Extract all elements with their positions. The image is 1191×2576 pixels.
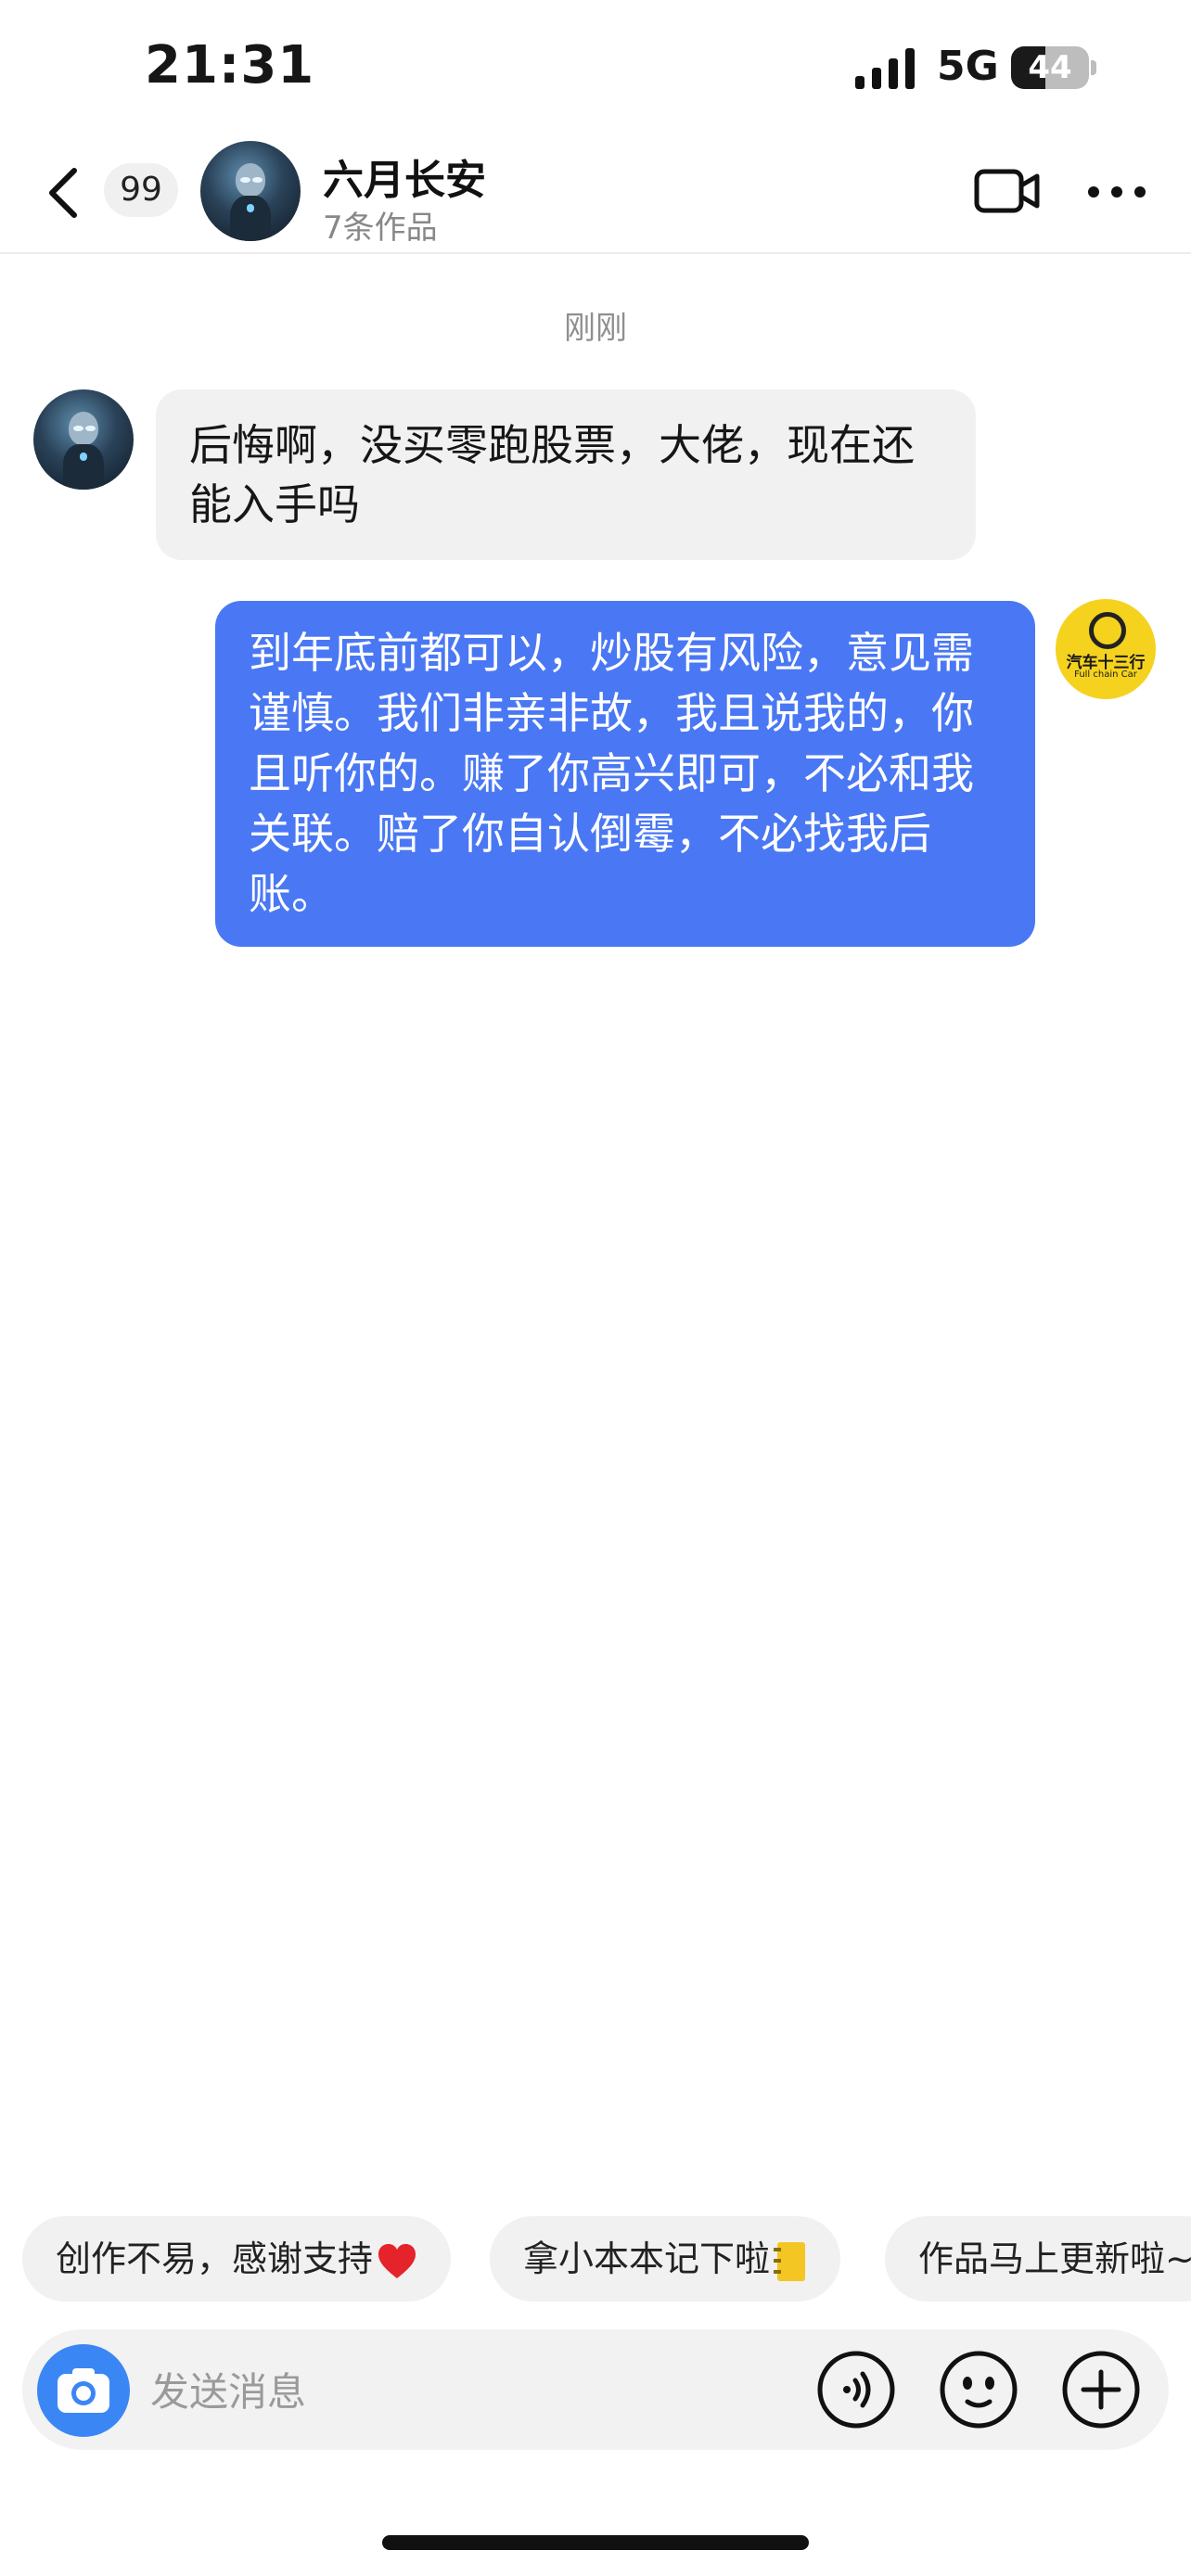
red-heart-icon xyxy=(378,2243,416,2278)
message-timestamp: 刚刚 xyxy=(564,310,627,347)
incoming-message-bubble[interactable]: 后悔啊，没买零跑股票，大佬，现在还能入手吗 xyxy=(156,389,976,560)
outgoing-message-bubble[interactable]: 到年底前都可以，炒股有风险，意见需谨慎。我们非亲非故，我且说我的，你且听你的。赚… xyxy=(215,601,1035,947)
unread-count-badge[interactable]: 99 xyxy=(104,163,178,217)
camera-button[interactable] xyxy=(37,2344,130,2437)
header-divider xyxy=(0,252,1191,254)
works-count[interactable]: 7条作品 xyxy=(323,202,438,248)
incoming-sender-avatar[interactable] xyxy=(33,389,134,490)
my-avatar[interactable]: 汽车十三行 Full chain Car xyxy=(1056,599,1156,699)
more-dots-icon[interactable] xyxy=(1087,185,1146,198)
quick-reply-label: 作品马上更新啦~ xyxy=(918,2238,1191,2279)
quick-reply-chip[interactable]: 作品马上更新啦~ xyxy=(885,2216,1191,2302)
quick-reply-chip[interactable]: 拿小本本记下啦 xyxy=(490,2216,841,2302)
quick-reply-bar: 创作不易，感谢支持 拿小本本记下啦 作品马上更新啦~ xyxy=(0,2216,1191,2302)
chevron-left-icon[interactable] xyxy=(45,165,82,221)
avatar-logo-subtext: Full chain Car xyxy=(1074,670,1137,680)
status-time: 21:31 xyxy=(145,35,315,96)
home-indicator[interactable] xyxy=(382,2535,809,2550)
quick-reply-label: 创作不易，感谢支持 xyxy=(56,2238,374,2279)
message-input[interactable] xyxy=(148,2361,801,2422)
video-camera-icon[interactable] xyxy=(974,167,1041,215)
battery-level: 44 xyxy=(1028,49,1072,86)
cellular-signal-icon xyxy=(855,48,915,89)
contact-avatar[interactable] xyxy=(200,141,301,241)
contact-name[interactable]: 六月长安 xyxy=(323,147,486,206)
camera-icon xyxy=(58,2368,109,2413)
smiley-icon[interactable] xyxy=(939,2350,1018,2429)
network-type: 5G xyxy=(937,43,999,90)
notebook-icon xyxy=(774,2241,806,2281)
voice-icon[interactable] xyxy=(816,2350,896,2429)
battery-icon: 44 xyxy=(1011,46,1096,89)
plus-icon[interactable] xyxy=(1061,2350,1141,2429)
quick-reply-label: 拿小本本记下啦 xyxy=(523,2238,771,2279)
quick-reply-chip[interactable]: 创作不易，感谢支持 xyxy=(22,2216,452,2302)
